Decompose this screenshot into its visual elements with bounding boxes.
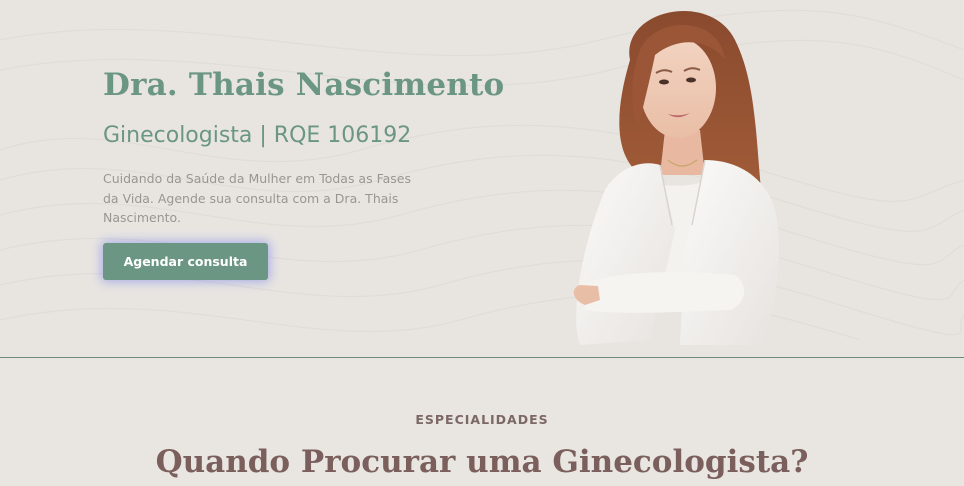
doctor-portrait-image [573,11,780,345]
hero-title: Dra. Thais Nascimento [103,67,505,103]
hero-subtitle: Ginecologista | RQE 106192 [103,123,412,148]
specialties-title: Quando Procurar uma Ginecologista? [155,444,809,480]
specialties-eyebrow: ESPECIALIDADES [415,412,549,427]
landing-page: Dra. Thais Nascimento Ginecologista | RQ… [0,0,964,486]
hero-description: Cuidando da Saúde da Mulher em Todas as … [103,171,411,225]
specialties-section: ESPECIALIDADES Quando Procurar uma Ginec… [0,358,964,486]
hero-section: Dra. Thais Nascimento Ginecologista | RQ… [0,0,964,358]
schedule-appointment-button[interactable]: Agendar consulta [103,243,268,280]
